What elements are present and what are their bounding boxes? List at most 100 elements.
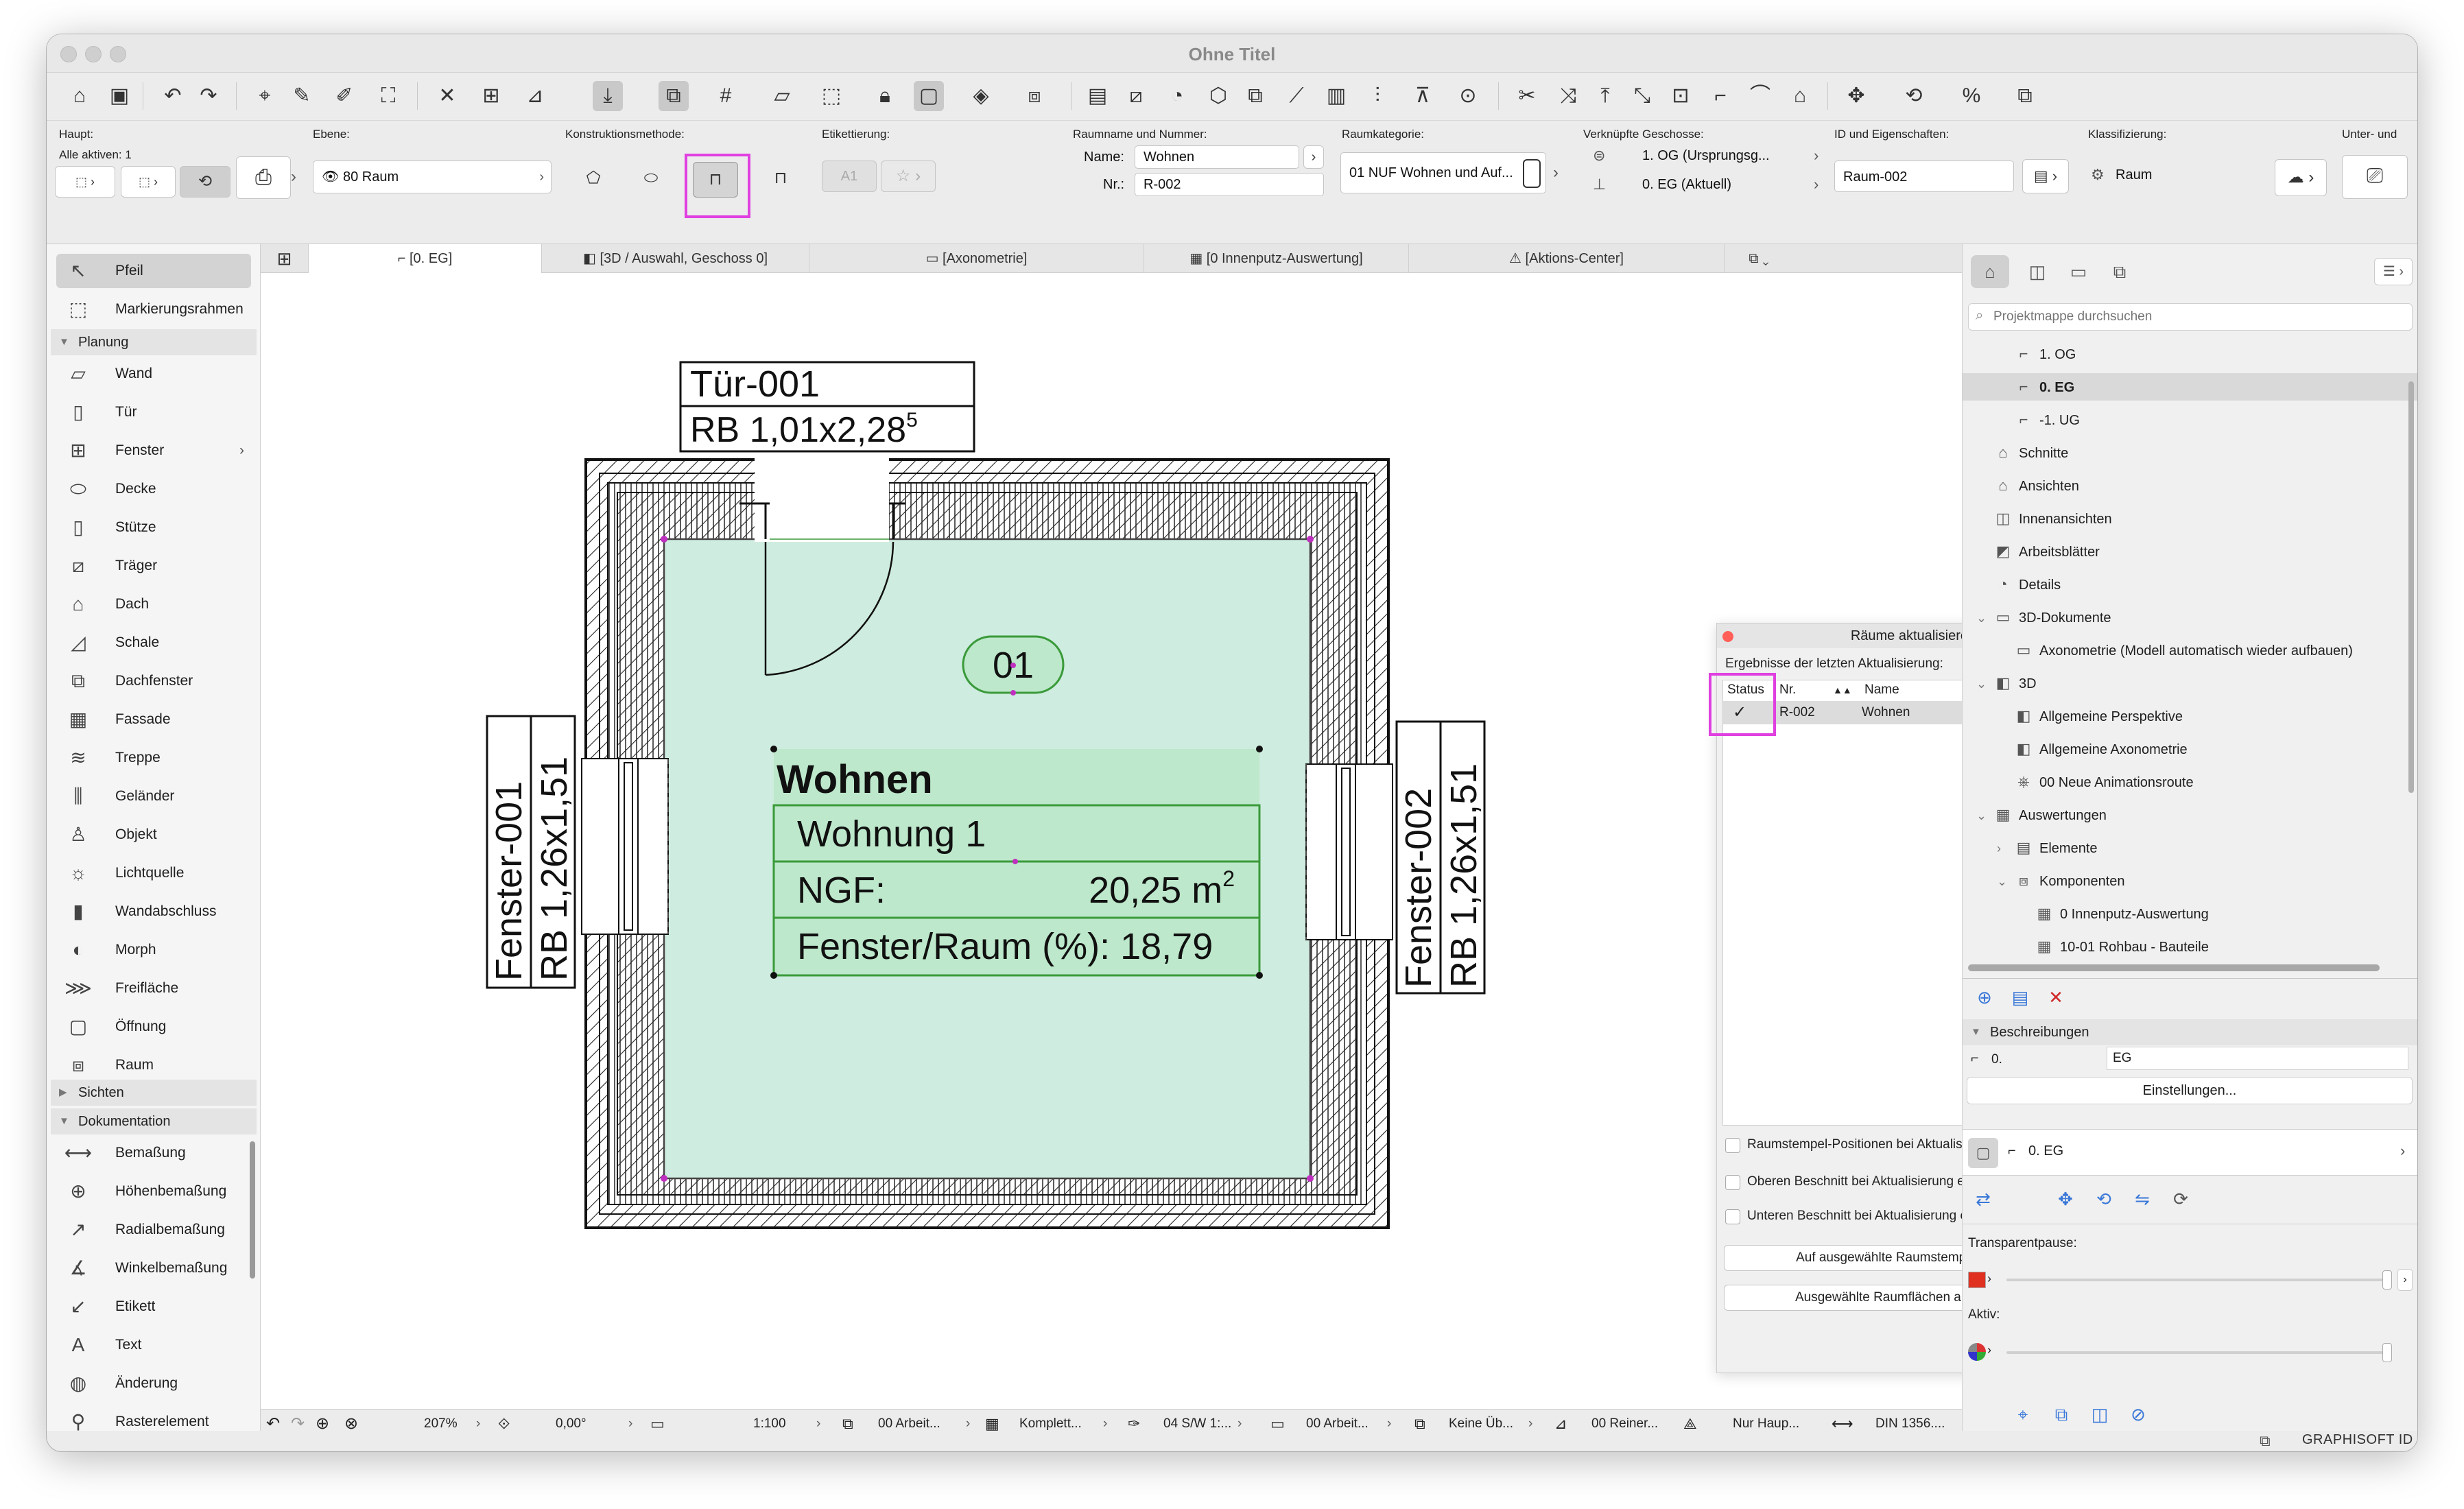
tree-vertical-scrollbar[interactable]	[2408, 381, 2414, 793]
tool-tür[interactable]: ▯ Tür	[56, 395, 251, 429]
floor-plan-display-button[interactable]: ⎚	[2342, 155, 2408, 199]
marquee-filter-button[interactable]: ⬚ ›	[121, 166, 176, 198]
chevron-right-icon[interactable]: ›	[816, 1410, 820, 1438]
tool-bemaßung[interactable]: ⟷ Bemaßung	[56, 1136, 251, 1170]
active-color-icon[interactable]	[1968, 1343, 1986, 1361]
label-toggle-button[interactable]: A1	[822, 161, 877, 192]
group-icon[interactable]: ⧈	[1019, 81, 1050, 111]
undo-icon[interactable]: ↶	[158, 81, 188, 111]
move-icon[interactable]: ✥	[1841, 81, 1871, 111]
outline-view-icon[interactable]: ▢	[914, 81, 944, 111]
tool-radialbemaßung[interactable]: ↗ Radialbemaßung	[56, 1213, 251, 1247]
delete-icon[interactable]: ✕	[2042, 984, 2070, 1011]
tool-träger[interactable]: ⧄ Träger	[56, 549, 251, 583]
zone-number-input[interactable]: R-002	[1135, 173, 1324, 196]
tool-raum[interactable]: ⧈ Raum	[56, 1048, 251, 1082]
gravity-icon[interactable]: ⤓	[593, 81, 623, 111]
tree-item[interactable]: ▦ 0 Innenputz-Auswertung	[2017, 900, 2209, 927]
tool-änderung[interactable]: ◍ Änderung	[56, 1366, 251, 1401]
top-story-arrow-icon[interactable]: ›	[1814, 147, 1819, 165]
swap-icon[interactable]: ⇄	[1969, 1185, 1997, 1213]
tool-dachfenster[interactable]: ⧉ Dachfenster	[56, 664, 251, 698]
favorite-star-icon[interactable]: ☆ ›	[881, 161, 936, 192]
properties-button[interactable]: ▤ ›	[2022, 159, 2069, 193]
rotate-icon[interactable]: ⟲	[1899, 81, 1929, 111]
tree-item[interactable]: ◧ Allgemeine Perspektive	[1997, 702, 2183, 730]
guide-lines-icon[interactable]: ⊿	[520, 81, 550, 111]
copy-icon[interactable]: ⧉	[2010, 81, 2040, 111]
inject-icon[interactable]: ✐	[329, 81, 359, 111]
zone-category-selector[interactable]: 01 NUF Wohnen und Auf...	[1340, 152, 1546, 193]
tab-3d[interactable]: ◧ [3D / Auswahl, Geschoss 0]	[542, 244, 809, 273]
publisher-sets-icon[interactable]: ⧉	[2102, 255, 2137, 288]
element-id-input[interactable]: Raum-002	[1834, 161, 2014, 192]
tree-item[interactable]: ⎈ 00 Neue Animationsroute	[1997, 768, 2193, 796]
disclosure-arrow-icon[interactable]: ⌄	[1976, 670, 1991, 698]
tree-item[interactable]: ◔ Details	[1976, 571, 2061, 598]
tab-schedule[interactable]: ▦ [0 Innenputz-Auswertung]	[1144, 244, 1409, 273]
close-dialog-button[interactable]	[1722, 631, 1733, 642]
redo-icon[interactable]: ↷	[193, 81, 224, 111]
current-story-bar[interactable]: ▢ ⌐ 0. EG ›	[1963, 1129, 2417, 1176]
zone-number-hotspot[interactable]	[1010, 663, 1016, 668]
active-slider[interactable]	[2006, 1351, 2391, 1354]
tool-öffnung[interactable]: ▢ Öffnung	[56, 1010, 251, 1044]
zone-handle[interactable]	[661, 1175, 667, 1182]
tree-item[interactable]: ⌄ ▭ 3D-Dokumente	[1976, 604, 2111, 631]
override-value[interactable]: Keine Üb...	[1449, 1410, 1513, 1438]
transparency-slider[interactable]	[2006, 1279, 2391, 1281]
tool-etikett[interactable]: ↙ Etikett	[56, 1290, 251, 1324]
tool-wand[interactable]: ▱ Wand	[56, 357, 251, 391]
reset-reference-icon[interactable]: ⟳	[2167, 1185, 2194, 1213]
tree-horizontal-scrollbar[interactable]	[1968, 964, 2380, 971]
pick-reference-icon[interactable]: ⌖	[2009, 1401, 2037, 1428]
tool-freifläche[interactable]: ⋙ Freifläche	[56, 971, 251, 1006]
navigator-search[interactable]: ⌕	[1968, 303, 2413, 331]
tree-item[interactable]: ⌂ Schnitte	[1976, 439, 2068, 466]
split-icon[interactable]: ✂	[1512, 81, 1542, 111]
tool-höhenbemaßung[interactable]: ⊕ Höhenbemaßung	[56, 1174, 251, 1209]
tree-item[interactable]: ⌄ ▦ Auswertungen	[1976, 801, 2107, 829]
stamp-handle[interactable]	[770, 972, 777, 979]
chevron-right-icon[interactable]: ›	[966, 1410, 970, 1438]
tab-action-center[interactable]: ⚠ [Aktions-Center]	[1409, 244, 1725, 273]
layer-combination-value[interactable]: 00 Arbeit...	[878, 1410, 940, 1438]
selection-filter-button[interactable]: ⬚ ›	[55, 166, 115, 198]
beschreibungen-section[interactable]: Beschreibungen	[1963, 1019, 2417, 1045]
undo-zoom-icon[interactable]: ↶	[266, 1410, 280, 1438]
trace-color-swatch[interactable]	[1968, 1272, 1986, 1288]
tree-item[interactable]: › ▤ Elemente	[1997, 834, 2098, 862]
settings-button[interactable]: Einstellungen...	[1967, 1077, 2413, 1104]
angle-value[interactable]: 0,00°	[556, 1410, 587, 1438]
tree-item[interactable]: ⌐ -1. UG	[1997, 406, 2080, 433]
compare-icon[interactable]: ⧉	[2048, 1401, 2075, 1428]
tool-fassade[interactable]: ▦ Fassade	[56, 702, 251, 737]
layer-toggle-icon[interactable]: ⧉	[659, 81, 689, 111]
zone-handle[interactable]	[1307, 1175, 1314, 1182]
tool-pfeil[interactable]: ↖ Pfeil	[56, 254, 251, 288]
teamwork-icon[interactable]: ⬡	[1203, 81, 1233, 111]
zoom-icon[interactable]: ⊗	[344, 1410, 358, 1438]
resize-icon[interactable]: ⤡	[1627, 81, 1657, 111]
tree-item[interactable]: ◩ Arbeitsblätter	[1976, 538, 2100, 565]
name-options-button[interactable]: ›	[1303, 145, 1324, 169]
rectangle-construction-icon[interactable]: ⬭	[627, 161, 675, 198]
trace-reference-icon[interactable]: ⧉	[1240, 81, 1270, 111]
arrange-icon[interactable]: ⧄	[1121, 81, 1151, 111]
redo-zoom-icon[interactable]: ↷	[291, 1410, 305, 1438]
tree-item[interactable]: ⌄ ⧈ Komponenten	[1997, 867, 2125, 894]
remove-bottom-trim-checkbox[interactable]	[1725, 1209, 1740, 1224]
layout-book-icon[interactable]: ▭	[2061, 255, 2096, 288]
view-map-icon[interactable]: ◫	[2020, 255, 2054, 288]
chevron-right-icon[interactable]: ›	[1103, 1410, 1107, 1438]
find-select-icon[interactable]: ⌖	[250, 81, 280, 111]
disclosure-arrow-icon[interactable]: ⌄	[1976, 604, 1991, 632]
view-settings-icon[interactable]: ▤	[2006, 984, 2034, 1011]
structure-icon[interactable]: ⊙	[1453, 81, 1483, 111]
tool-lichtquelle[interactable]: ☼ Lichtquelle	[56, 856, 251, 890]
tool-decke[interactable]: ⬭ Decke	[56, 472, 251, 506]
trace-icon[interactable]: ⛶	[373, 81, 403, 111]
intersect-icon[interactable]: ⊡	[1666, 81, 1696, 111]
tool-schale[interactable]: ◿ Schale	[56, 626, 251, 660]
tree-item[interactable]: ⌐ 1. OG	[1997, 340, 2076, 368]
